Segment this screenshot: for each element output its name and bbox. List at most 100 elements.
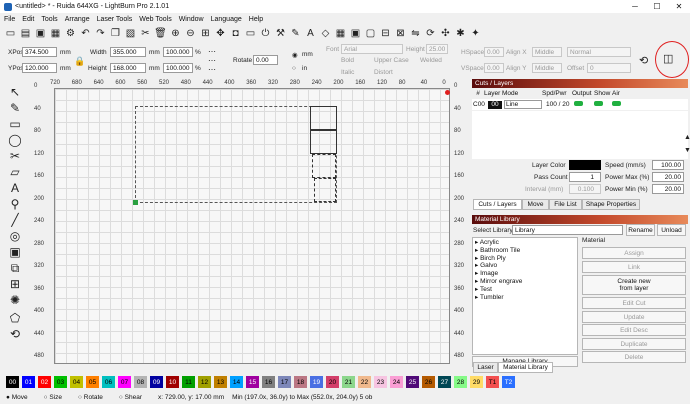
close-button[interactable]: ✕: [668, 0, 690, 13]
palette-swatch-00[interactable]: 00: [6, 376, 19, 388]
welded-label[interactable]: Welded: [420, 57, 442, 64]
move-mode[interactable]: ● Move: [6, 394, 36, 401]
power-max-input[interactable]: 20.00: [652, 172, 684, 182]
select-icon[interactable]: ↖: [7, 84, 23, 100]
power-min-input[interactable]: 20.00: [652, 184, 684, 194]
offset-input[interactable]: 0: [587, 63, 631, 73]
menu-window[interactable]: Window: [179, 16, 204, 23]
material-item[interactable]: ▸ Mirror engrave: [475, 278, 575, 286]
tab-shape-properties[interactable]: Shape Properties: [582, 199, 640, 210]
polygon-icon[interactable]: ▱: [7, 164, 23, 180]
edit-nodes-icon[interactable]: ✎: [7, 100, 23, 116]
xpos-input[interactable]: 374.500: [22, 47, 57, 57]
palette-swatch-t1[interactable]: T1: [486, 376, 499, 388]
palette-swatch-08[interactable]: 08: [134, 376, 147, 388]
palette-swatch-12[interactable]: 12: [198, 376, 211, 388]
palette-swatch-19[interactable]: 19: [310, 376, 323, 388]
shape-rect[interactable]: [314, 178, 336, 202]
cut-icon[interactable]: ✂: [139, 27, 152, 40]
vspace-input[interactable]: 0.00: [484, 63, 504, 73]
menu-help[interactable]: Help: [249, 16, 263, 23]
palette-swatch-16[interactable]: 16: [262, 376, 275, 388]
palette-swatch-22[interactable]: 22: [358, 376, 371, 388]
assign-button[interactable]: Assign: [582, 247, 686, 259]
normal-select[interactable]: Normal: [567, 47, 631, 57]
scale-height-input[interactable]: 100.000: [163, 63, 193, 73]
paste-icon[interactable]: ▧: [124, 27, 137, 40]
shape-rect[interactable]: [310, 106, 337, 130]
wand-icon[interactable]: ✎: [289, 27, 302, 40]
ellipse-icon[interactable]: ◯: [7, 132, 23, 148]
material-item[interactable]: ▸ Test: [475, 286, 575, 294]
palette-swatch-05[interactable]: 05: [86, 376, 99, 388]
material-item[interactable]: ▸ Bathroom Tile: [475, 247, 575, 255]
size-mode[interactable]: ○ Size: [44, 394, 70, 401]
distribute-icon[interactable]: ⊠: [394, 27, 407, 40]
material-item[interactable]: ▸ Tumbler: [475, 294, 575, 302]
material-item[interactable]: ▸ Birch Ply: [475, 255, 575, 263]
bold-label[interactable]: Bold: [341, 57, 354, 64]
interval-input[interactable]: 0.100: [569, 184, 601, 194]
zoom-out-icon[interactable]: ⊖: [184, 27, 197, 40]
align-icon[interactable]: ⊟: [379, 27, 392, 40]
duplicate-button[interactable]: Duplicate: [582, 338, 686, 350]
maximize-button[interactable]: ☐: [646, 0, 668, 13]
pass-count-input[interactable]: 1: [569, 172, 601, 182]
power-icon[interactable]: ⏻: [259, 27, 272, 40]
tab-laser[interactable]: Laser: [473, 362, 498, 373]
work-area-grid[interactable]: [54, 88, 450, 364]
redo-icon[interactable]: ↷: [94, 27, 107, 40]
arrow-down-icon[interactable]: ▼: [684, 147, 690, 154]
tab-material-library[interactable]: Material Library: [498, 362, 553, 373]
scale-width-input[interactable]: 100.000: [163, 47, 193, 57]
refresh-icon[interactable]: ⟲: [639, 54, 648, 67]
menu-tools[interactable]: Tools: [41, 16, 57, 23]
palette-swatch-13[interactable]: 13: [214, 376, 227, 388]
group-icon[interactable]: ▣: [349, 27, 362, 40]
palette-swatch-18[interactable]: 18: [294, 376, 307, 388]
cut-layer-row[interactable]: C00 00 Line 100 / 20: [472, 99, 688, 110]
selection-bounds[interactable]: [135, 106, 337, 203]
undo-icon[interactable]: ↶: [79, 27, 92, 40]
air-toggle[interactable]: [612, 101, 627, 108]
import-icon[interactable]: ▤: [19, 27, 32, 40]
weld-icon[interactable]: ▣: [7, 244, 23, 260]
rotate-icon[interactable]: ⟳: [424, 27, 437, 40]
delete-icon[interactable]: 🗑: [154, 27, 167, 40]
palette-swatch-17[interactable]: 17: [278, 376, 291, 388]
rectangle-icon[interactable]: ▭: [7, 116, 23, 132]
material-item[interactable]: ▸ Image: [475, 270, 575, 278]
origin-handle[interactable]: [133, 200, 138, 205]
italic-label[interactable]: Italic: [341, 69, 354, 76]
circular-array-icon[interactable]: ✺: [7, 292, 23, 308]
material-item[interactable]: ▸ Acrylic: [475, 239, 575, 247]
grid-array-icon[interactable]: ⊞: [7, 276, 23, 292]
shape-rect[interactable]: [310, 130, 337, 154]
palette-swatch-07[interactable]: 07: [118, 376, 131, 388]
hspace-input[interactable]: 0.00: [484, 47, 504, 57]
speed-input[interactable]: 100.00: [652, 160, 684, 170]
palette-swatch-t2[interactable]: T2: [502, 376, 515, 388]
palette-swatch-03[interactable]: 03: [54, 376, 67, 388]
font-select[interactable]: Arial: [341, 44, 403, 54]
layer-color-box[interactable]: [569, 160, 601, 170]
menu-web-tools[interactable]: Web Tools: [139, 16, 171, 23]
in-radio[interactable]: ○: [292, 65, 296, 72]
distort-label[interactable]: Distort: [374, 69, 393, 76]
offset-icon[interactable]: ◎: [7, 228, 23, 244]
help-icon[interactable]: ✦: [469, 27, 482, 40]
rename-button[interactable]: Rename: [626, 224, 655, 236]
anchor-grid-icon[interactable]: ⋯ ⋯ ⋯: [208, 47, 216, 74]
library-select[interactable]: Library: [512, 225, 623, 235]
palette-swatch-21[interactable]: 21: [342, 376, 355, 388]
minimize-button[interactable]: ─: [624, 0, 646, 13]
shear-mode[interactable]: ○ Shear: [119, 394, 150, 401]
scissors-icon[interactable]: ✂: [7, 148, 23, 164]
palette-swatch-14[interactable]: 14: [230, 376, 243, 388]
zoom-in-icon[interactable]: ⊕: [169, 27, 182, 40]
palette-swatch-09[interactable]: 09: [150, 376, 163, 388]
palette-swatch-24[interactable]: 24: [390, 376, 403, 388]
output-toggle[interactable]: [574, 101, 594, 108]
align-y-select[interactable]: Middle: [532, 63, 562, 73]
rotate-mode[interactable]: ○ Rotate: [78, 394, 111, 401]
